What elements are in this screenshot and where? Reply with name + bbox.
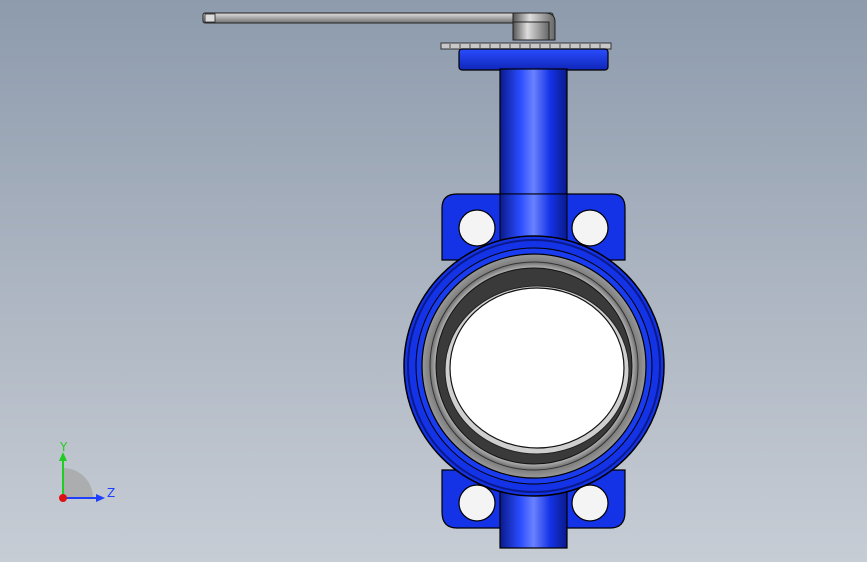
z-axis-label: Z [107, 486, 115, 500]
bolt-hole-top-right [571, 209, 609, 247]
butterfly-valve-model[interactable] [0, 0, 867, 562]
handle-lever[interactable] [202, 12, 556, 41]
orientation-triad: Y Z [59, 440, 115, 502]
top-flange [458, 48, 609, 71]
y-axis-label: Y [59, 440, 68, 454]
triad-plane [63, 468, 93, 498]
graphics-viewport[interactable]: Y Z [0, 0, 867, 562]
bolt-hole-top-left [458, 209, 496, 247]
bolt-hole-bottom-left [458, 484, 496, 522]
valve-bore [449, 287, 625, 449]
z-axis-arrow [96, 494, 105, 502]
bolt-hole-bottom-right [571, 484, 609, 522]
index-plate [440, 42, 612, 50]
x-axis-dot [59, 494, 67, 502]
